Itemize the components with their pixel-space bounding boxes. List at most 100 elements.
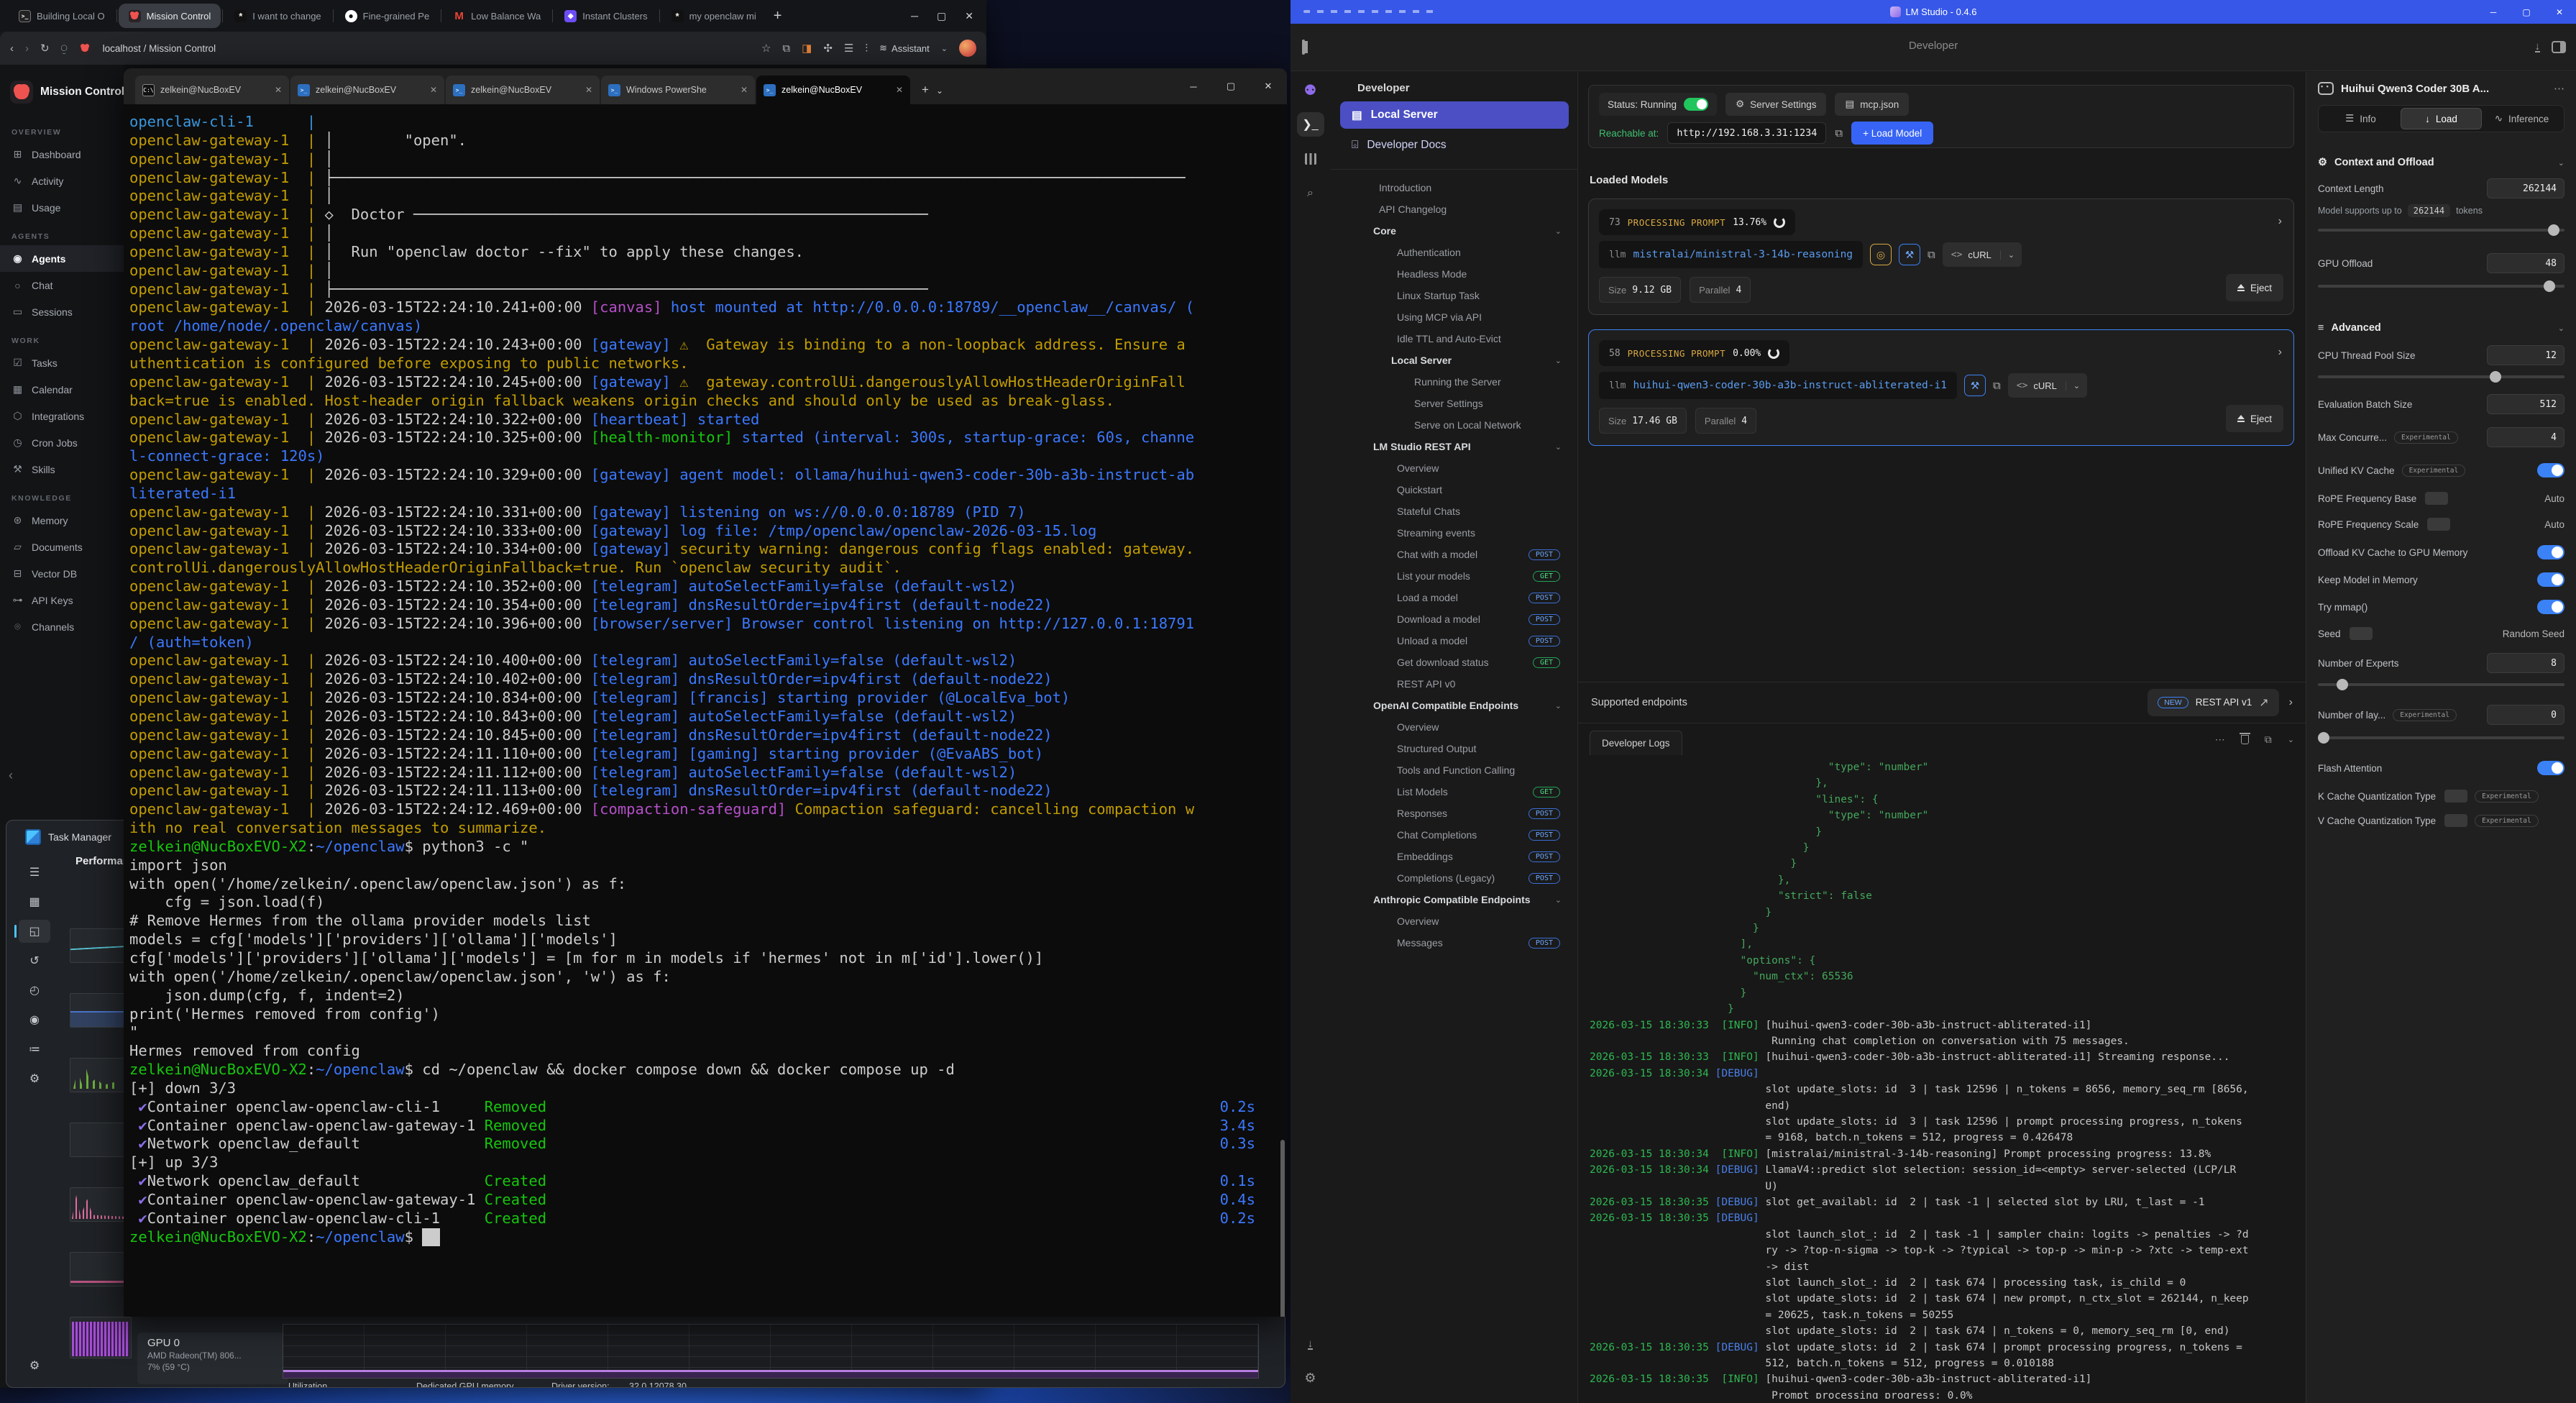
setting-slider[interactable] <box>2318 229 2564 232</box>
card-expand-chevron[interactable]: › <box>2278 215 2282 228</box>
setting-toggle[interactable] <box>2537 545 2564 559</box>
tm-ethernet-thumbnail[interactable] <box>70 1187 132 1222</box>
docs-nav-item[interactable]: Structured Output <box>1330 738 1577 759</box>
developer-terminal-icon[interactable]: ❯_ <box>1297 112 1324 137</box>
tab-close-icon[interactable]: ✕ <box>741 85 748 95</box>
tm-users-icon[interactable]: ◉ <box>19 1008 50 1031</box>
tab-close-icon[interactable]: ✕ <box>275 85 282 95</box>
tm-processes-icon[interactable]: ▦ <box>19 890 50 913</box>
browser-minimize-button[interactable]: ─ <box>911 10 918 22</box>
my-models-icon[interactable] <box>1297 147 1324 171</box>
server-toggle[interactable] <box>1684 98 1708 111</box>
sidebar-item-memory[interactable]: ⊛Memory <box>0 507 124 534</box>
tm-wifi-thumbnail[interactable] <box>70 1252 132 1287</box>
endpoints-chevron[interactable]: › <box>2289 696 2293 709</box>
browser-tab[interactable]: ●Fine-grained Pe <box>335 4 440 28</box>
chevron-down-icon[interactable]: ⌄ <box>1555 227 1562 236</box>
rail-settings-gear-icon[interactable]: ⚙ <box>1297 1366 1324 1390</box>
docs-nav-item[interactable]: Overview <box>1330 716 1577 738</box>
config-more-icon[interactable]: ⋯ <box>2554 82 2564 95</box>
slider-thumb[interactable] <box>2490 371 2501 383</box>
docs-nav-item[interactable]: Completions (Legacy)POST <box>1330 867 1577 889</box>
model-name[interactable]: mistralai/ministral-3-14b-reasoning <box>1633 249 1853 260</box>
discover-models-icon[interactable]: ⌕ <box>1297 181 1324 206</box>
model-card-qwen3-coder[interactable]: 58 PROCESSING PROMPT 0.00% › llmhuihui-q… <box>1588 329 2294 446</box>
menu-lines-icon[interactable]: ☰ <box>844 42 853 55</box>
nav-local-server[interactable]: ▤Local Server <box>1340 101 1569 129</box>
setting-toggle[interactable] <box>2537 463 2564 477</box>
docs-nav-item[interactable]: OpenAI Compatible Endpoints⌄ <box>1330 695 1577 716</box>
tm-gpu-thumbnail[interactable] <box>70 1317 132 1358</box>
chevron-down-icon[interactable]: ⌄ <box>941 44 948 53</box>
docs-nav-item[interactable]: API Changelog <box>1330 198 1577 220</box>
docs-nav-item[interactable]: Introduction <box>1330 177 1577 198</box>
profile-avatar[interactable] <box>959 40 976 57</box>
extension-icon[interactable]: ✣ <box>823 42 833 55</box>
chat-mascot-icon[interactable]: ⚉ <box>1297 78 1324 102</box>
sidebar-item-cron-jobs[interactable]: ◷Cron Jobs <box>0 429 124 456</box>
terminal-tab[interactable]: >_zelkein@NucBoxEV✕ <box>756 76 910 104</box>
logs-copy-icon[interactable]: ⧉ <box>2265 734 2272 746</box>
terminal-tab[interactable]: C:\zelkein@NucBoxEV✕ <box>135 76 289 104</box>
docs-nav-item[interactable]: Headless Mode <box>1330 263 1577 285</box>
sidebar-item-chat[interactable]: ○Chat <box>0 272 124 298</box>
setting-checkbox[interactable] <box>2425 492 2448 505</box>
rest-api-v1-button[interactable]: NEW REST API v1 ↗ <box>2148 689 2278 716</box>
docs-nav-item[interactable]: Get download statusGET <box>1330 652 1577 673</box>
reader-mode-icon[interactable]: ◨ <box>802 42 812 55</box>
docs-nav-item[interactable]: Stateful Chats <box>1330 501 1577 522</box>
tm-memory-thumbnail[interactable] <box>70 993 132 1028</box>
docs-nav-item[interactable]: Local Server⌄ <box>1330 349 1577 371</box>
sidebar-item-calendar[interactable]: ▦Calendar <box>0 376 124 403</box>
docs-nav-item[interactable]: Serve on Local Network <box>1330 414 1577 436</box>
waveform-icon[interactable]: ⫶ <box>865 42 868 55</box>
docs-nav-item[interactable]: Chat CompletionsPOST <box>1330 824 1577 846</box>
config-tab-inference[interactable]: ∿Inference <box>2482 108 2562 129</box>
setting-toggle[interactable] <box>2537 600 2564 614</box>
docs-nav-item[interactable]: Overview <box>1330 910 1577 932</box>
sidebar-item-integrations[interactable]: ⬡Integrations <box>0 403 124 429</box>
curl-button[interactable]: <>cURL⌄ <box>1943 242 2022 267</box>
setting-value-input[interactable]: 4 <box>2487 427 2564 447</box>
terminal-minimize-button[interactable]: ─ <box>1175 81 1212 92</box>
nav-developer-docs[interactable]: ⌺Developer Docs <box>1340 132 1569 159</box>
chevron-down-icon[interactable]: ⌄ <box>1555 895 1562 905</box>
browser-tab[interactable]: *I want to change <box>224 4 331 28</box>
terminal-output[interactable]: openclaw-cli-1 |openclaw-gateway-1 | │ "… <box>124 104 1287 1246</box>
sidebar-item-activity[interactable]: ∿Activity <box>0 168 124 194</box>
copy-url-icon[interactable]: ⧉ <box>1835 127 1843 140</box>
setting-value-input[interactable]: 12 <box>2487 345 2564 365</box>
docs-nav-item[interactable]: LM Studio REST API⌄ <box>1330 436 1577 457</box>
setting-value-input[interactable]: 512 <box>2487 394 2564 414</box>
sidebar-item-api-keys[interactable]: ⊶API Keys <box>0 587 124 613</box>
docs-nav-item[interactable]: EmbeddingsPOST <box>1330 846 1577 867</box>
curl-dropdown-chevron[interactable]: ⌄ <box>2000 250 2022 260</box>
downloads-icon[interactable]: ↓ <box>2535 42 2541 52</box>
setting-value-input[interactable]: 262144 <box>2487 178 2564 198</box>
sidebar-item-documents[interactable]: ▱Documents <box>0 534 124 560</box>
tab-close-icon[interactable]: ✕ <box>430 85 437 95</box>
setting-value-input[interactable]: 8 <box>2487 653 2564 673</box>
browser-tab[interactable]: ◆Instant Clusters <box>554 4 657 28</box>
chevron-down-icon[interactable]: ⌄ <box>1555 701 1562 710</box>
terminal-tab[interactable]: >_zelkein@NucBoxEV✕ <box>446 76 600 104</box>
vision-capability-icon[interactable]: ◎ <box>1870 244 1892 265</box>
setting-checkbox[interactable] <box>2444 790 2467 803</box>
lms-close-button[interactable]: ✕ <box>2543 0 2576 24</box>
docs-nav-item[interactable]: List ModelsGET <box>1330 781 1577 803</box>
lms-minimize-button[interactable]: ─ <box>2477 0 2510 24</box>
terminal-tab-dropdown-icon[interactable]: ⌄ <box>936 86 943 96</box>
docs-nav-item[interactable]: Streaming events <box>1330 522 1577 544</box>
rail-download-icon[interactable]: ↓ <box>1308 1339 1314 1350</box>
docs-nav-item[interactable]: Linux Startup Task <box>1330 285 1577 306</box>
logs-more-icon[interactable]: ⋯ <box>2215 734 2225 746</box>
docs-nav-item[interactable]: Using MCP via API <box>1330 306 1577 328</box>
tools-capability-icon[interactable]: ⚒ <box>1899 244 1920 265</box>
slider-thumb[interactable] <box>2318 732 2329 744</box>
setting-slider[interactable] <box>2318 375 2564 378</box>
sidebar-item-usage[interactable]: ▤Usage <box>0 194 124 221</box>
reload-icon[interactable]: ↻ <box>40 42 50 55</box>
curl-dropdown-chevron[interactable]: ⌄ <box>2066 381 2087 390</box>
tab-close-icon[interactable]: ✕ <box>585 85 592 95</box>
model-name[interactable]: huihui-qwen3-coder-30b-a3b-instruct-abli… <box>1633 380 1947 391</box>
